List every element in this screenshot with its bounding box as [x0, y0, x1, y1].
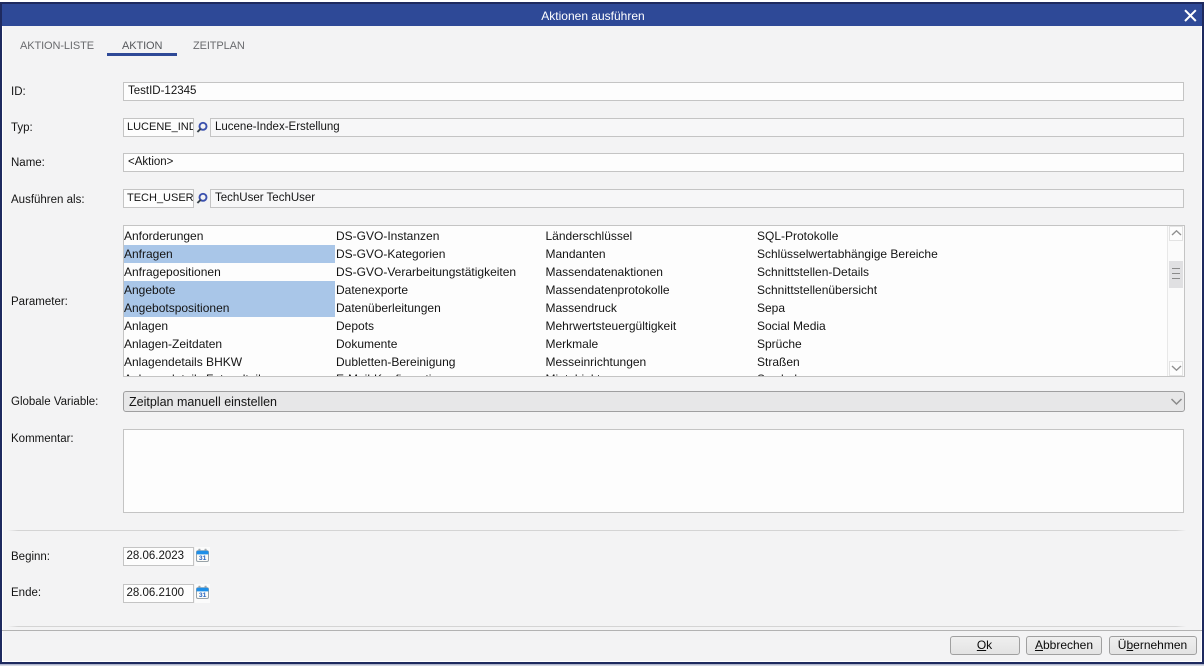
svg-text:31: 31 [199, 592, 207, 599]
svg-text:31: 31 [199, 555, 207, 562]
